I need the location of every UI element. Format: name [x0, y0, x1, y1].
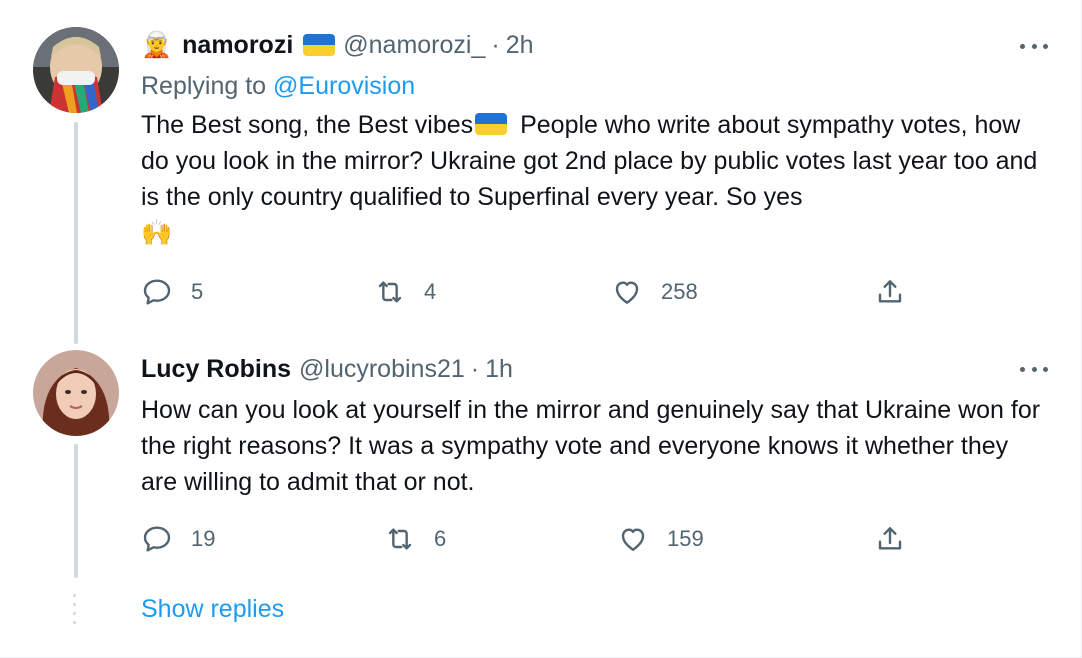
retweet-count: 4 — [424, 279, 437, 304]
retweet-count: 6 — [434, 526, 447, 551]
like-button[interactable]: 159 — [617, 519, 704, 559]
display-name[interactable]: Lucy Robins — [141, 352, 291, 386]
tweet-text: How can you look at yourself in the mirr… — [141, 396, 1041, 496]
ukraine-flag-icon — [475, 113, 508, 135]
share-icon — [878, 527, 902, 550]
show-replies-link[interactable]: Show replies — [141, 592, 284, 626]
thread-continuation-dots — [73, 594, 77, 624]
retweet-icon — [378, 281, 402, 303]
reply-icon — [143, 526, 171, 552]
reply-count: 5 — [191, 279, 204, 304]
tweet-actions: 19 6 159 — [141, 519, 921, 559]
tweet-header: Lucy Robins @lucyrobins21 · 1h — [141, 352, 513, 386]
tweet-lucyrobins[interactable]: Lucy Robins @lucyrobins21 · 1h How can y… — [0, 330, 1082, 580]
replying-to: Replying to @Eurovision — [141, 69, 415, 103]
avatar-namorozi[interactable] — [33, 27, 119, 113]
thread-line — [74, 122, 78, 344]
replying-prefix: Replying to — [141, 72, 274, 100]
share-button[interactable] — [874, 272, 924, 312]
raised-hands-emoji: 🙌 — [141, 219, 173, 247]
thread-line — [74, 444, 78, 578]
reply-count: 19 — [191, 526, 216, 551]
separator: · — [491, 31, 500, 59]
separator: · — [470, 355, 480, 383]
mention-link[interactable]: @Eurovision — [273, 72, 415, 100]
more-icon[interactable] — [1016, 354, 1052, 384]
like-count: 258 — [661, 279, 698, 304]
more-icon[interactable] — [1016, 31, 1052, 61]
name-emoji: 🧝 — [141, 31, 173, 59]
tweet-text: The Best song, the Best vibes People who… — [141, 107, 1051, 251]
tweet-actions: 5 4 258 — [141, 272, 921, 312]
like-count: 159 — [667, 526, 704, 551]
display-name[interactable]: namorozi — [182, 28, 293, 62]
retweet-button[interactable]: 6 — [384, 519, 446, 559]
tweet-namorozi[interactable]: 🧝 namorozi @namorozi_ · 2h Replying to @… — [0, 0, 1082, 344]
reply-button[interactable]: 5 — [141, 272, 203, 312]
reply-icon — [143, 279, 171, 305]
ukraine-flag-icon — [303, 34, 336, 56]
share-button[interactable] — [874, 519, 924, 559]
conversation-thread: 🧝 namorozi @namorozi_ · 2h Replying to @… — [0, 0, 1082, 658]
like-button[interactable]: 258 — [611, 272, 698, 312]
handle[interactable]: @lucyrobins21 — [299, 352, 465, 386]
tweet-header: 🧝 namorozi @namorozi_ · 2h — [141, 28, 534, 62]
heart-icon — [615, 281, 639, 304]
retweet-icon — [388, 528, 412, 550]
timestamp[interactable]: 1h — [485, 352, 513, 386]
avatar-lucyrobins[interactable] — [33, 350, 119, 436]
handle[interactable]: @namorozi_ — [343, 28, 485, 62]
timestamp[interactable]: 2h — [506, 28, 534, 62]
tweet-text-part: The Best song, the Best vibes — [141, 111, 474, 139]
retweet-button[interactable]: 4 — [374, 272, 436, 312]
share-icon — [878, 280, 902, 303]
heart-icon — [621, 528, 645, 551]
reply-button[interactable]: 19 — [141, 519, 215, 559]
